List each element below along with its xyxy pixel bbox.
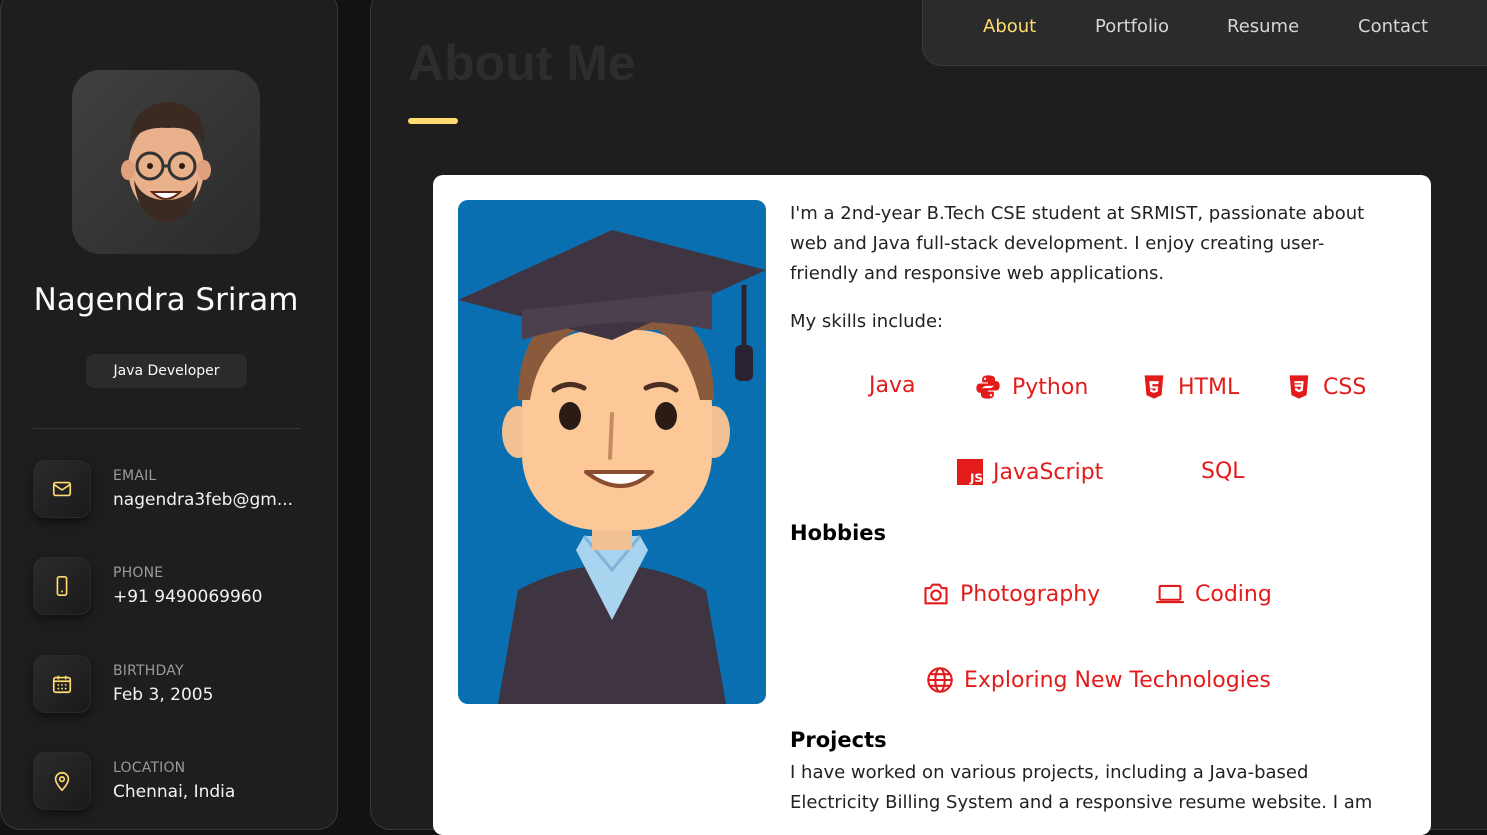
contact-email: EMAIL nagendra3feb@gm...	[33, 460, 303, 518]
avatar	[72, 70, 260, 254]
svg-text:JS: JS	[969, 471, 983, 485]
hobby-label: Photography	[960, 581, 1101, 607]
html5-icon	[1144, 375, 1164, 399]
about-intro: I'm a 2nd-year B.Tech CSE student at SRM…	[790, 203, 1365, 284]
contact-location: LOCATION Chennai, India	[33, 752, 303, 810]
graduate-avatar-icon	[458, 230, 766, 704]
location-icon-box	[33, 752, 91, 810]
globe-icon	[927, 667, 953, 693]
camera-icon	[924, 583, 948, 605]
nav-portfolio[interactable]: Portfolio	[1095, 16, 1169, 37]
hobby-exploring: Exploring New Technologies	[926, 666, 1271, 694]
contact-title: EMAIL	[113, 468, 157, 484]
role-badge: Java Developer	[86, 354, 247, 388]
graduate-illustration	[458, 200, 766, 704]
separator	[33, 428, 300, 429]
contact-title: PHONE	[113, 565, 164, 581]
phone-link[interactable]: +91 9490069960	[113, 587, 303, 607]
skill-label: JavaScript	[993, 459, 1104, 485]
email-link[interactable]: nagendra3feb@gm...	[113, 490, 303, 510]
skill-css: CSS	[1285, 373, 1366, 401]
css3-icon	[1289, 375, 1309, 399]
skill-html: HTML	[1140, 373, 1239, 401]
hobby-coding: Coding	[1155, 580, 1272, 608]
location-value: Chennai, India	[113, 782, 236, 802]
contact-phone: PHONE +91 9490069960	[33, 557, 303, 615]
mail-icon	[52, 481, 72, 497]
javascript-icon: JS	[957, 459, 983, 485]
hobbies-heading: Hobbies	[790, 521, 887, 545]
skill-label: Java	[869, 373, 916, 398]
laptop-icon	[1156, 584, 1184, 604]
nav-about[interactable]: About	[983, 16, 1036, 37]
hobby-label: Coding	[1195, 581, 1272, 607]
phone-icon	[56, 576, 68, 596]
phone-icon-box	[33, 557, 91, 615]
skill-label: Python	[1012, 374, 1089, 400]
skill-javascript: JS JavaScript	[957, 459, 1103, 485]
skills-label: My skills include:	[790, 311, 944, 332]
calendar-icon	[52, 675, 72, 694]
navbar: About Portfolio Resume Contact	[922, 0, 1487, 66]
skill-label: SQL	[1201, 459, 1245, 484]
hobby-label: Exploring New Technologies	[964, 667, 1271, 693]
nav-contact[interactable]: Contact	[1358, 16, 1428, 37]
skill-sql: SQL	[1201, 459, 1245, 484]
calendar-icon-box	[33, 655, 91, 713]
skill-label: HTML	[1178, 374, 1240, 400]
skill-python: Python	[974, 373, 1088, 401]
skill-label: CSS	[1323, 374, 1367, 400]
python-icon	[976, 375, 1000, 399]
memoji-avatar-icon	[121, 102, 211, 222]
location-icon	[54, 771, 70, 792]
nav-resume[interactable]: Resume	[1227, 16, 1299, 37]
mail-icon-box	[33, 460, 91, 518]
contact-title: LOCATION	[113, 760, 186, 776]
projects-heading: Projects	[790, 728, 887, 752]
title-underline	[408, 118, 458, 124]
contact-title: BIRTHDAY	[113, 663, 184, 679]
projects-text: I have worked on various projects, inclu…	[790, 762, 1373, 813]
page-title: About Me	[408, 35, 636, 91]
contact-birthday: BIRTHDAY Feb 3, 2005	[33, 655, 303, 713]
hobby-photography: Photography	[922, 580, 1100, 608]
birthday-value: Feb 3, 2005	[113, 685, 214, 705]
skill-java: Java	[869, 373, 915, 398]
profile-name: Nagendra Sriram	[33, 282, 299, 318]
